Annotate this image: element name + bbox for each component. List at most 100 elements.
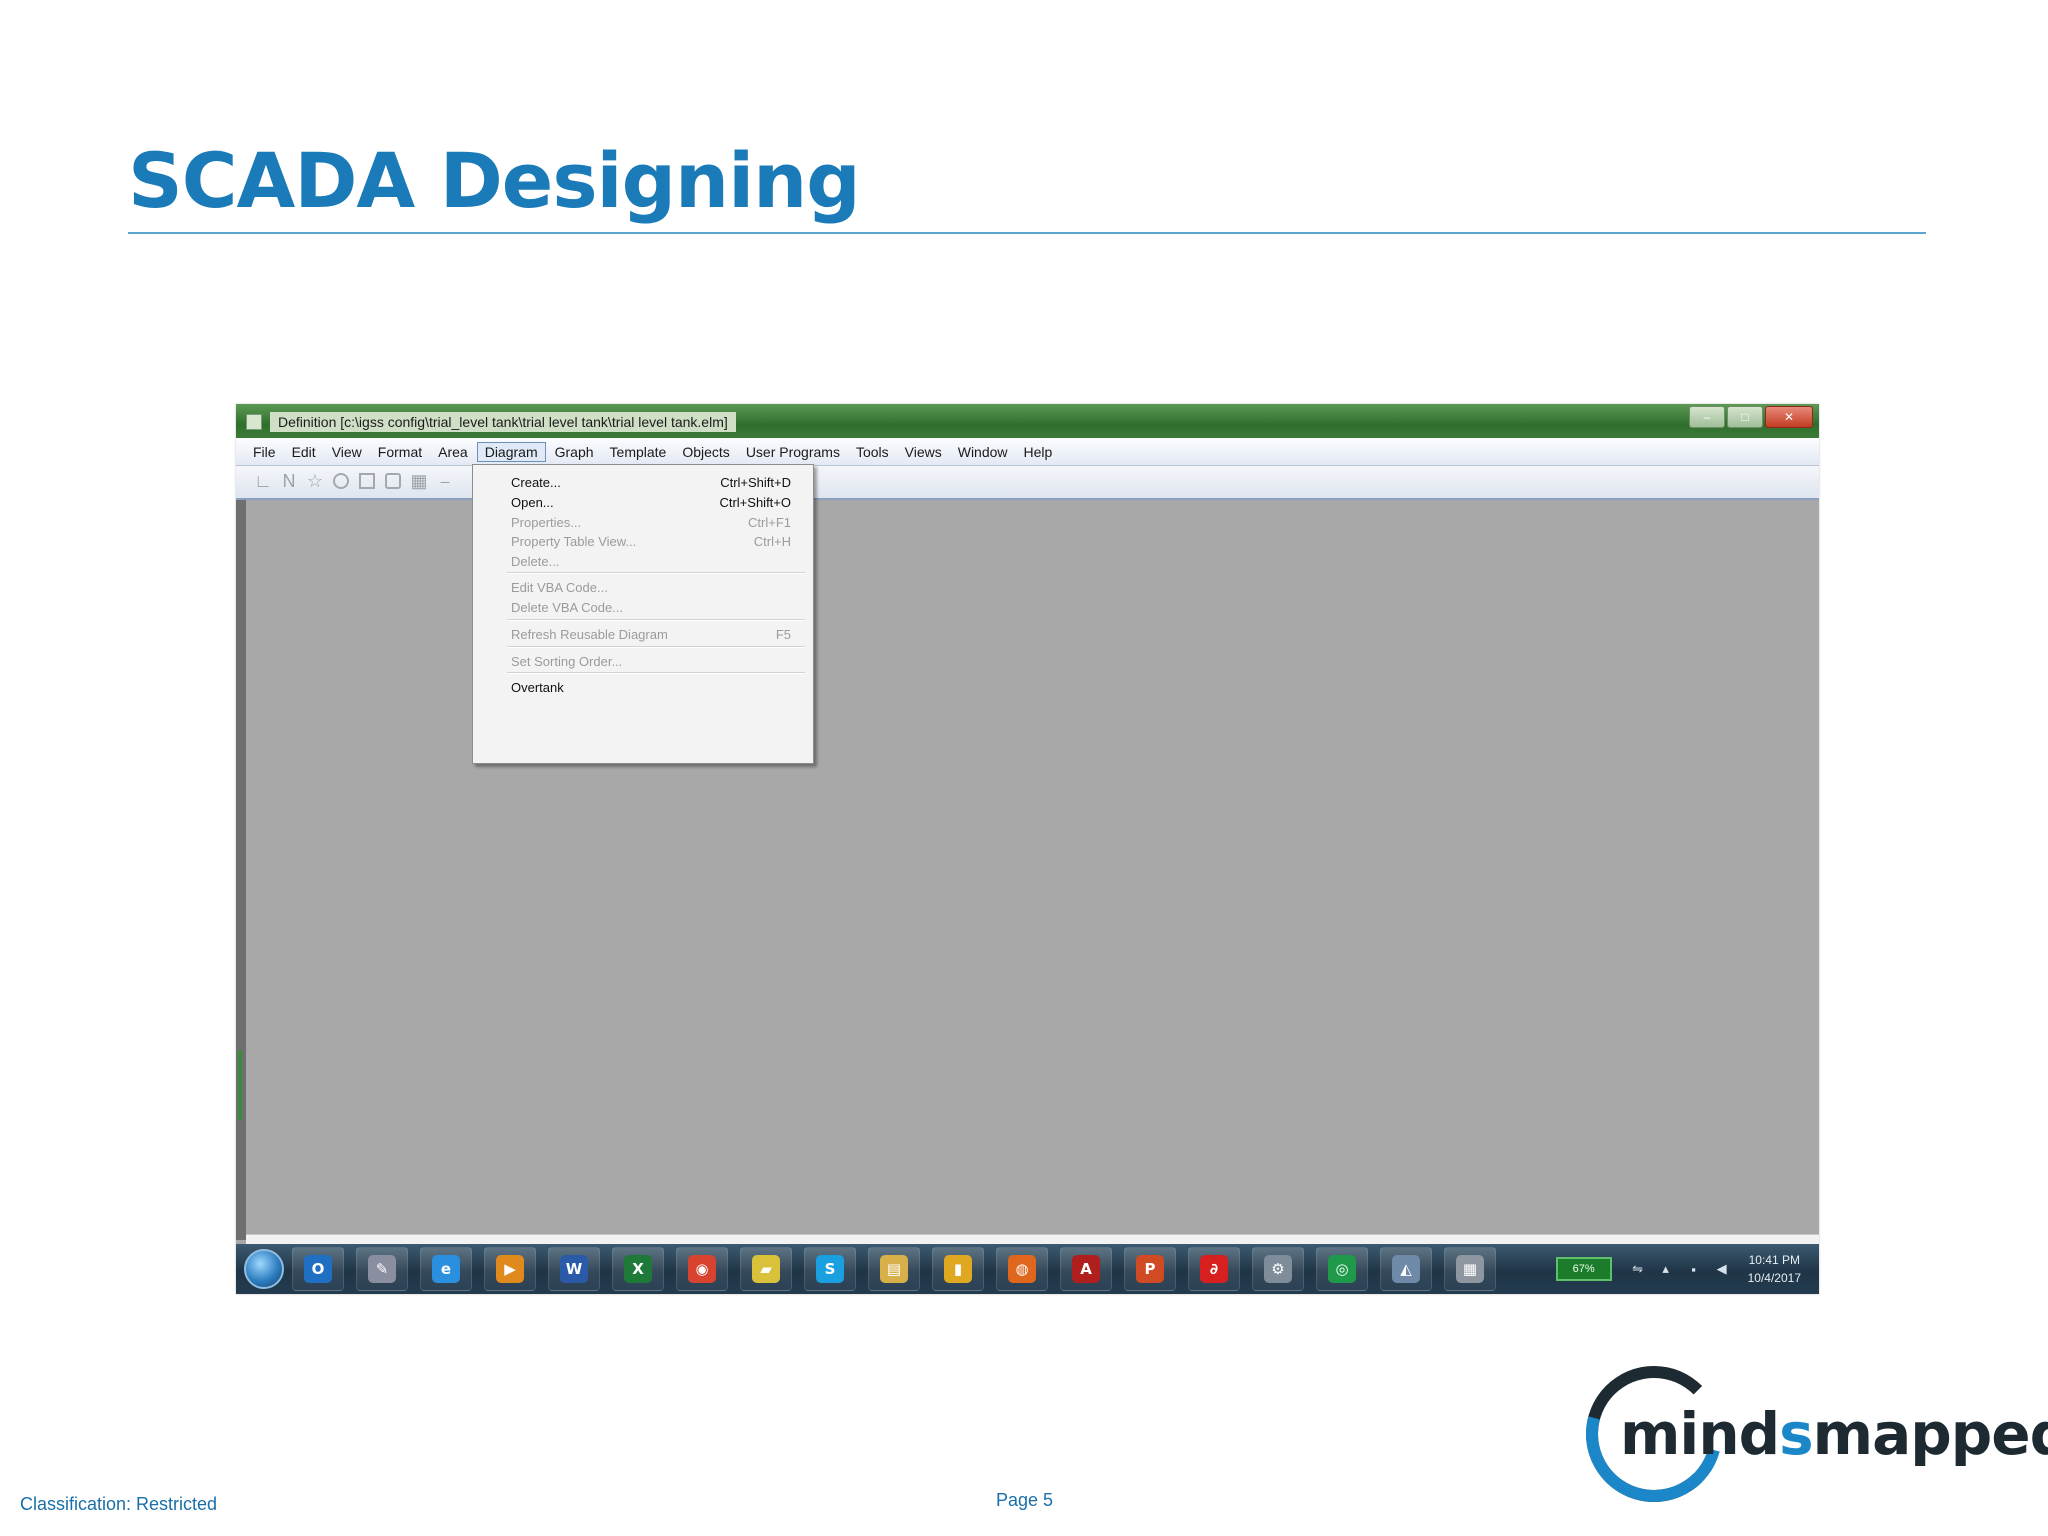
menu-item-label: Overtank — [511, 680, 564, 695]
taskbar-app-button[interactable]: A — [1060, 1247, 1112, 1291]
menu-item-shortcut: Ctrl+Shift+O — [719, 495, 791, 510]
firefox-icon: ◍ — [1008, 1255, 1036, 1283]
taskbar-app-button[interactable]: ⚙ — [1252, 1247, 1304, 1291]
menu-area[interactable]: Area — [431, 443, 475, 461]
menu-separator — [507, 646, 805, 648]
taskbar-app-button[interactable]: ◭ — [1380, 1247, 1432, 1291]
taskbar-app-button[interactable]: X — [612, 1247, 664, 1291]
window-controls: – □ ✕ — [1689, 406, 1813, 428]
menu-item-shortcut: Ctrl+Shift+D — [720, 475, 791, 490]
tray-expand-icon[interactable]: ▴ — [1658, 1261, 1674, 1277]
system-tray: 67% ⇋ ▴ ▪ ◀ 10:41 PM 10/4/2017 — [1555, 1244, 1819, 1294]
window-title: Definition [c:\igss config\trial_level t… — [270, 412, 736, 432]
taskbar-app-button[interactable]: ▦ — [1444, 1247, 1496, 1291]
n-tool-icon[interactable]: N — [280, 471, 298, 491]
menu-template[interactable]: Template — [603, 443, 674, 461]
close-button[interactable]: ✕ — [1765, 406, 1813, 428]
menu-item-label: Create... — [511, 475, 561, 490]
menu-view[interactable]: View — [325, 443, 369, 461]
menu-tools[interactable]: Tools — [849, 443, 896, 461]
menu-file[interactable]: File — [246, 443, 283, 461]
menu-views[interactable]: Views — [898, 443, 949, 461]
image-tool-icon[interactable]: ▦ — [410, 471, 428, 491]
taskbar-app-button[interactable]: ◉ — [676, 1247, 728, 1291]
menu-item-label: Refresh Reusable Diagram — [511, 627, 668, 642]
clock-date: 10/4/2017 — [1747, 1271, 1801, 1285]
notes-icon: ▮ — [944, 1255, 972, 1283]
clock-time: 10:41 PM — [1748, 1253, 1800, 1267]
menu-item-label: Delete VBA Code... — [511, 600, 624, 615]
diagram-menu-item[interactable]: Open... Ctrl+Shift+O — [511, 495, 791, 515]
maximize-button[interactable]: □ — [1727, 406, 1763, 428]
power-icon[interactable]: ▪ — [1686, 1261, 1702, 1277]
diagram-menu-item[interactable]: Delete... — [511, 554, 791, 574]
powerpoint-icon: P — [1136, 1255, 1164, 1283]
chrome-icon: ◉ — [688, 1255, 716, 1283]
diagram-menu-item[interactable]: Property Table View... Ctrl+H — [511, 534, 791, 554]
menu-help[interactable]: Help — [1017, 443, 1060, 461]
menu-window[interactable]: Window — [951, 443, 1015, 461]
menu-objects[interactable]: Objects — [675, 443, 736, 461]
menu-item-label: Property Table View... — [511, 534, 637, 549]
design-app-icon: ◭ — [1392, 1255, 1420, 1283]
taskbar-app-button[interactable]: ▤ — [868, 1247, 920, 1291]
clock[interactable]: 10:41 PM 10/4/2017 — [1748, 1251, 1801, 1287]
left-edge — [236, 500, 246, 1240]
menu-diagram[interactable]: Diagram — [476, 441, 546, 462]
taskbar-app-button[interactable]: O — [292, 1247, 344, 1291]
mindsmapped-logo: mindsmapped — [1561, 1341, 2048, 1527]
logo-part-1: mind — [1620, 1400, 1780, 1468]
minimize-button[interactable]: – — [1689, 406, 1725, 428]
taskbar-app-button[interactable]: ✎ — [356, 1247, 408, 1291]
logo-wordmark: mindsmapped — [1620, 1400, 2048, 1468]
page-number: Page 5 — [996, 1490, 1054, 1510]
file-explorer-icon: ▤ — [880, 1255, 908, 1283]
taskbar-app-button[interactable]: ▶ — [484, 1247, 536, 1291]
menu-separator — [507, 672, 805, 674]
diagram-menu-item[interactable]: Properties... Ctrl+F1 — [511, 515, 791, 535]
taskbar-app-button[interactable]: W — [548, 1247, 600, 1291]
start-button[interactable] — [244, 1249, 284, 1289]
taskbar-app-button[interactable]: ∂ — [1188, 1247, 1240, 1291]
taskbar-app-button[interactable]: ▰ — [740, 1247, 792, 1291]
slide-title: SCADA Designing — [128, 136, 861, 225]
menu-edit[interactable]: Edit — [285, 443, 323, 461]
taskbar-app-button[interactable]: ◎ — [1316, 1247, 1368, 1291]
menu-item-label: Open... — [511, 495, 554, 510]
diagram-menu-item[interactable]: Edit VBA Code... — [511, 580, 791, 600]
acrobat-icon: A — [1072, 1255, 1100, 1283]
volume-icon[interactable]: ◀ — [1714, 1261, 1730, 1277]
taskbar-app-button[interactable]: S — [804, 1247, 856, 1291]
taskbar-app-button[interactable]: e — [420, 1247, 472, 1291]
menu-item-shortcut: Ctrl+F1 — [748, 515, 791, 530]
menu-separator — [507, 619, 805, 621]
diagram-menu-item[interactable]: Overtank — [511, 680, 791, 700]
title-divider — [128, 232, 1926, 234]
ellipse-tool-icon[interactable] — [332, 472, 350, 490]
sticky-notes-icon: ▰ — [752, 1255, 780, 1283]
more-tools-icon[interactable]: ⎯ — [436, 471, 454, 491]
skype-icon: S — [816, 1255, 844, 1283]
calculator-icon: ▦ — [1456, 1255, 1484, 1283]
outlook-icon: O — [304, 1255, 332, 1283]
diagram-menu-item[interactable]: Refresh Reusable Diagram F5 — [511, 627, 791, 647]
window-titlebar[interactable]: Definition [c:\igss config\trial_level t… — [236, 404, 1819, 438]
menu-bar: File Edit View Format Area Diagram Graph Templa… — [236, 438, 1819, 466]
taskbar-app-button[interactable]: ▮ — [932, 1247, 984, 1291]
menu-user-programs[interactable]: User Programs — [739, 443, 847, 461]
diagram-menu-item[interactable]: Delete VBA Code... — [511, 600, 791, 620]
diagram-menu-item[interactable]: Create... Ctrl+Shift+D — [511, 475, 791, 495]
network-icon[interactable]: ⇋ — [1630, 1261, 1646, 1277]
rounded-rect-tool-icon[interactable] — [384, 472, 402, 490]
menu-graph[interactable]: Graph — [548, 443, 601, 461]
battery-indicator[interactable]: 67% — [1555, 1257, 1612, 1281]
menu-item-label: Properties... — [511, 515, 582, 530]
taskbar-app-button[interactable]: P — [1124, 1247, 1176, 1291]
menu-format[interactable]: Format — [371, 443, 429, 461]
line-tool-icon[interactable]: ∟ — [254, 471, 272, 491]
diagram-menu-item[interactable]: Set Sorting Order... — [511, 654, 791, 674]
word-icon: W — [560, 1255, 588, 1283]
taskbar-app-button[interactable]: ◍ — [996, 1247, 1048, 1291]
rectangle-tool-icon[interactable] — [358, 472, 376, 490]
star-tool-icon[interactable]: ☆ — [306, 471, 324, 491]
